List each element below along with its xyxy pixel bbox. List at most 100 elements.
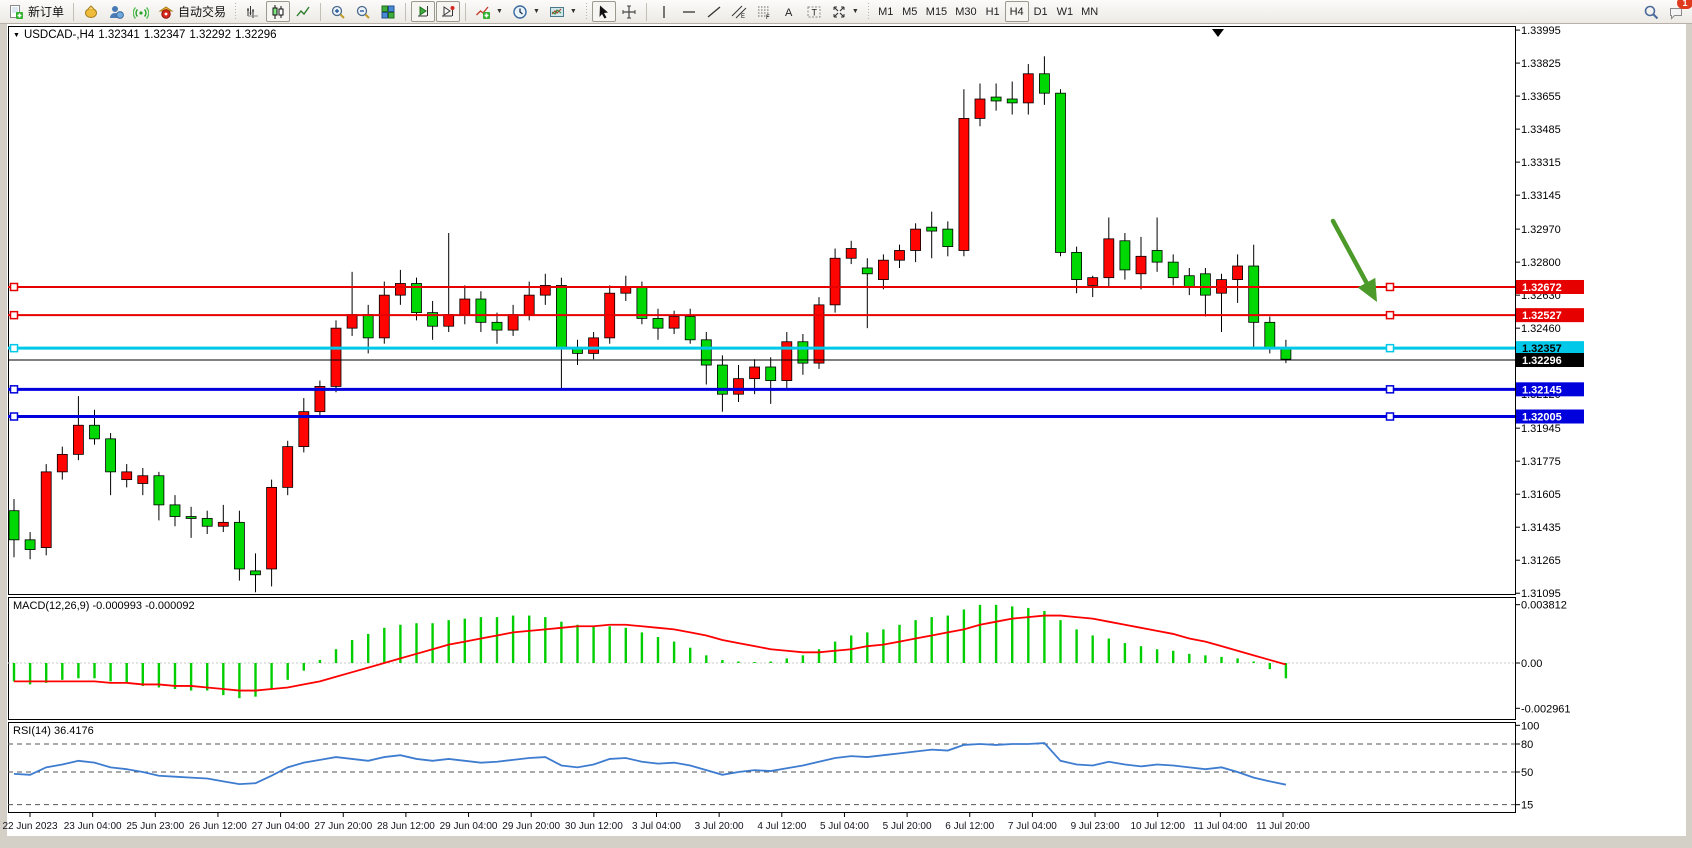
- toolbar-grip: [585, 3, 588, 21]
- timeframe-button-m15[interactable]: M15: [922, 1, 951, 22]
- candle-down: [862, 268, 872, 274]
- toolbar-grip: [234, 3, 237, 21]
- toolbar-separator: [465, 3, 466, 21]
- svg-text:1.31945: 1.31945: [1521, 423, 1561, 435]
- channel-button[interactable]: E: [727, 1, 751, 22]
- svg-text:1.33485: 1.33485: [1521, 124, 1561, 136]
- timeframe-button-d1[interactable]: D1: [1029, 1, 1053, 22]
- candle-down: [251, 571, 261, 575]
- line-chart-button[interactable]: [291, 1, 315, 22]
- auto-scroll-icon: [415, 4, 431, 20]
- vertical-line-icon: [656, 4, 672, 20]
- svg-text:1.32672: 1.32672: [1522, 282, 1562, 294]
- svg-text:10 Jul 12:00: 10 Jul 12:00: [1130, 821, 1185, 832]
- zoom-out-icon: [355, 4, 371, 20]
- candle-down: [154, 476, 164, 505]
- svg-text:7 Jul 04:00: 7 Jul 04:00: [1008, 821, 1057, 832]
- svg-text:11 Jul 20:00: 11 Jul 20:00: [1256, 821, 1310, 832]
- candle-down: [363, 315, 373, 338]
- zoom-out-button[interactable]: [351, 1, 375, 22]
- cursor-icon: [596, 4, 612, 20]
- search-button[interactable]: [1639, 1, 1663, 22]
- candle-up: [830, 258, 840, 305]
- svg-text:A: A: [785, 7, 793, 19]
- candle-down: [492, 322, 502, 330]
- crosshair-button[interactable]: [617, 1, 641, 22]
- chart-shift-icon: [440, 4, 456, 20]
- timeframe-button-m5[interactable]: M5: [898, 1, 922, 22]
- timeframe-button-w1[interactable]: W1: [1053, 1, 1078, 22]
- community-button[interactable]: [104, 1, 128, 22]
- timeframe-button-h4[interactable]: H4: [1005, 1, 1029, 22]
- fibonacci-button[interactable]: F: [752, 1, 776, 22]
- candle-down: [106, 439, 116, 472]
- toolbar: 新订单 自动交易: [0, 0, 1692, 24]
- toolbar-separator: [646, 3, 647, 21]
- text-label-button[interactable]: T: [802, 1, 826, 22]
- candle-down: [1056, 93, 1066, 252]
- text-icon: A: [781, 4, 797, 20]
- chart-canvas[interactable]: 1.339951.338251.336551.334851.333151.331…: [0, 0, 1692, 848]
- candle-up: [1088, 278, 1098, 286]
- candle-up: [621, 287, 631, 293]
- cursor-button[interactable]: [592, 1, 616, 22]
- periods-button[interactable]: ▼: [508, 1, 544, 22]
- auto-scroll-button[interactable]: [411, 1, 435, 22]
- candle-down: [202, 518, 212, 526]
- trendline-icon: [706, 4, 722, 20]
- chart-shift-button[interactable]: [436, 1, 460, 22]
- candle-down: [90, 425, 100, 439]
- seal-button[interactable]: [79, 1, 103, 22]
- candle-down: [1168, 262, 1178, 278]
- templates-button[interactable]: ▼: [545, 1, 581, 22]
- svg-text:22 Jun 2023: 22 Jun 2023: [2, 821, 57, 832]
- candle-down: [476, 299, 486, 322]
- toolbar-grip: [867, 3, 870, 21]
- svg-text:29 Jun 04:00: 29 Jun 04:00: [440, 821, 498, 832]
- candle-down: [991, 97, 1001, 101]
- zoom-in-button[interactable]: [326, 1, 350, 22]
- indicators-button[interactable]: ▼: [471, 1, 507, 22]
- svg-text:6 Jul 12:00: 6 Jul 12:00: [945, 821, 994, 832]
- timeframe-button-h1[interactable]: H1: [981, 1, 1005, 22]
- svg-text:30 Jun 12:00: 30 Jun 12:00: [565, 821, 623, 832]
- svg-text:3 Jul 20:00: 3 Jul 20:00: [695, 821, 744, 832]
- arrows-icon: [831, 4, 847, 20]
- svg-text:1.33145: 1.33145: [1521, 190, 1561, 202]
- candlestick-chart-button[interactable]: [266, 1, 290, 22]
- autotrade-button[interactable]: 自动交易: [154, 1, 230, 22]
- signals-button[interactable]: [129, 1, 153, 22]
- tile-windows-button[interactable]: [376, 1, 400, 22]
- svg-text:F: F: [766, 15, 770, 20]
- candle-up: [444, 315, 454, 327]
- vertical-line-button[interactable]: [652, 1, 676, 22]
- candle-up: [878, 260, 888, 279]
- timeframe-button-m30[interactable]: M30: [951, 1, 980, 22]
- new-order-button[interactable]: 新订单: [4, 1, 68, 22]
- bar-chart-button[interactable]: [241, 1, 265, 22]
- trendline-button[interactable]: [702, 1, 726, 22]
- svg-text:27 Jun 04:00: 27 Jun 04:00: [252, 821, 310, 832]
- timeframe-button-mn[interactable]: MN: [1077, 1, 1102, 22]
- svg-text:1.32970: 1.32970: [1521, 224, 1561, 236]
- community-icon: [108, 4, 124, 20]
- horizontal-line-button[interactable]: [677, 1, 701, 22]
- candle-up: [975, 99, 985, 118]
- toolbar-separator: [320, 3, 321, 21]
- svg-text:50: 50: [1521, 767, 1533, 779]
- candle-down: [943, 229, 953, 246]
- tile-windows-icon: [380, 4, 396, 20]
- svg-text:0.00: 0.00: [1521, 658, 1542, 670]
- arrows-button[interactable]: ▼: [827, 1, 863, 22]
- candle-down: [1200, 274, 1210, 295]
- svg-text:27 Jun 20:00: 27 Jun 20:00: [314, 821, 372, 832]
- svg-text:E: E: [741, 14, 745, 20]
- candle-up: [1023, 74, 1033, 103]
- toolbar-separator: [73, 3, 74, 21]
- dropdown-arrow-icon: ▼: [496, 8, 503, 15]
- candle-up: [814, 305, 824, 363]
- text-button[interactable]: A: [777, 1, 801, 22]
- main-chart-panel: [9, 27, 1516, 595]
- candle-up: [138, 476, 148, 484]
- timeframe-button-m1[interactable]: M1: [874, 1, 898, 22]
